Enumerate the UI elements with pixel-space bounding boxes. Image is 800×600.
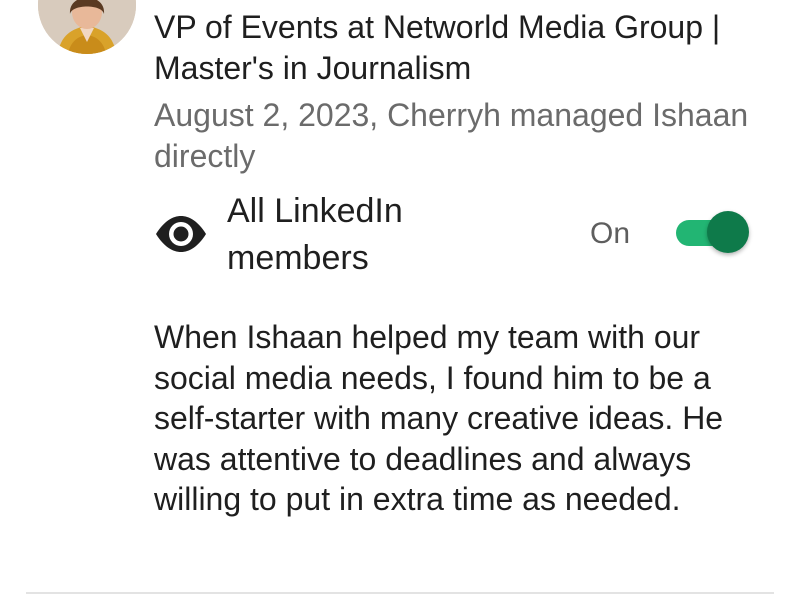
visibility-row: All LinkedIn members On [154,188,754,284]
visibility-label: All LinkedIn members [227,192,403,277]
recommender-headline: VP of Events at Networld Media Group | M… [154,9,721,86]
divider [26,592,774,594]
eye-icon [156,216,206,252]
avatar[interactable] [38,0,136,54]
toggle-state-label: On [590,217,631,250]
recommendation-meta: August 2, 2023, Cherryh managed Ishaan d… [154,97,749,174]
toggle-thumb[interactable] [707,211,749,253]
visibility-toggle[interactable] [676,210,752,254]
recommendation-text: When Ishaan helped my team with our soci… [154,319,724,517]
